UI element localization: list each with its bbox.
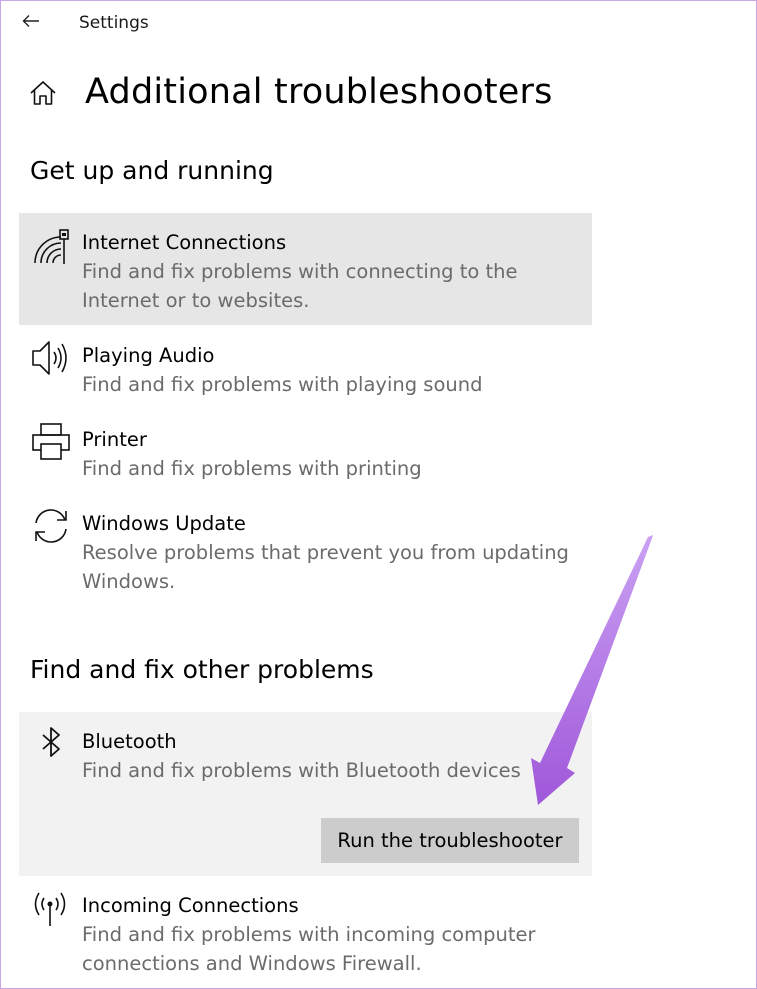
item-description: Resolve problems that prevent you from u… — [82, 541, 569, 593]
back-button[interactable] — [18, 8, 44, 34]
item-description: Find and fix problems with playing sound — [82, 373, 483, 396]
troubleshooter-printer[interactable]: Printer Find and fix problems with print… — [19, 410, 592, 482]
speaker-icon — [32, 341, 67, 375]
antenna-icon — [34, 892, 66, 926]
item-name: Incoming Connections — [82, 894, 299, 917]
page-title: Additional troubleshooters — [85, 72, 553, 112]
section-title-find-and-fix-other-problems: Find and fix other problems — [30, 655, 374, 684]
item-name: Printer — [82, 428, 147, 451]
item-description: Find and fix problems with Bluetooth dev… — [82, 759, 521, 782]
item-name: Internet Connections — [82, 231, 287, 254]
item-name: Playing Audio — [82, 344, 215, 367]
item-description: Find and fix problems with incoming comp… — [82, 923, 536, 975]
troubleshooter-playing-audio[interactable]: Playing Audio Find and fix problems with… — [19, 326, 592, 398]
item-description: Find and fix problems with connecting to… — [82, 260, 518, 312]
troubleshooter-internet-connections[interactable]: Internet Connections Find and fix proble… — [19, 213, 592, 325]
troubleshooter-windows-update[interactable]: Windows Update Resolve problems that pre… — [19, 494, 592, 594]
back-arrow-icon — [22, 15, 39, 27]
item-name: Windows Update — [82, 512, 246, 535]
troubleshooter-bluetooth[interactable]: Bluetooth Find and fix problems with Blu… — [19, 712, 592, 876]
item-name: Bluetooth — [82, 730, 177, 753]
sync-icon — [35, 509, 67, 543]
section-title-get-up-and-running: Get up and running — [30, 156, 274, 185]
troubleshooter-incoming-connections[interactable]: Incoming Connections Find and fix proble… — [19, 876, 592, 976]
network-icon — [34, 229, 69, 264]
home-icon[interactable] — [28, 78, 58, 108]
run-troubleshooter-button[interactable]: Run the troubleshooter — [321, 818, 579, 863]
item-description: Find and fix problems with printing — [82, 457, 422, 480]
app-title: Settings — [79, 13, 149, 33]
bluetooth-icon — [42, 727, 60, 757]
printer-icon — [32, 423, 70, 460]
